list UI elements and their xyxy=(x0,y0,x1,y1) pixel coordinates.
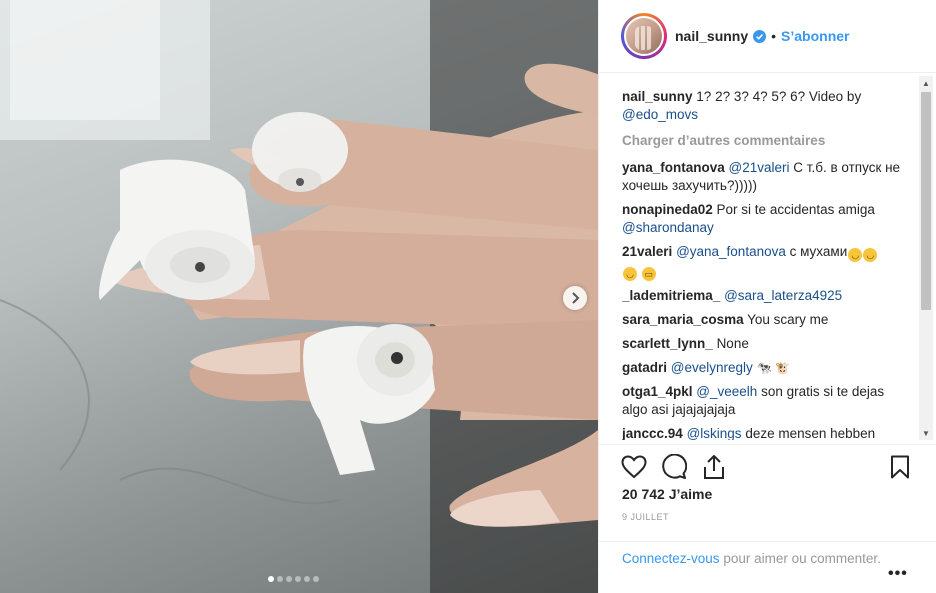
comment-username[interactable]: _lademitriema_ xyxy=(622,288,720,303)
comment-mention[interactable]: @sharondanay xyxy=(622,220,714,235)
comment-mention[interactable]: @21valeri xyxy=(729,160,790,175)
carousel-dot xyxy=(295,576,301,582)
comment-username[interactable]: nonapineda02 xyxy=(622,202,713,217)
comment-text: с мухами xyxy=(789,244,848,259)
comment-username[interactable]: yana_fontanova xyxy=(622,160,725,175)
comment-mention[interactable]: @evelynregly xyxy=(671,360,753,375)
caption-text: 1? 2? 3? 4? 5? 6? Video by xyxy=(696,89,862,104)
save-button[interactable] xyxy=(886,453,914,481)
nails-photo-illustration xyxy=(0,0,598,593)
like-count[interactable]: 20 742 J’aime xyxy=(622,486,712,502)
next-photo-button[interactable] xyxy=(563,286,587,310)
carousel-dot xyxy=(313,576,319,582)
share-icon xyxy=(704,455,724,479)
chevron-right-icon xyxy=(572,292,580,304)
share-button[interactable] xyxy=(700,453,728,481)
cow-emoji-icon: 🐄 xyxy=(756,361,772,375)
carousel-dot xyxy=(277,576,283,582)
comment-mention[interactable]: @lskings xyxy=(687,426,742,440)
post-actions: 20 742 J’aime 9 JUILLET Connectez-vous p… xyxy=(598,444,936,582)
caption-username[interactable]: nail_sunny xyxy=(622,89,693,104)
avatar[interactable] xyxy=(621,13,667,59)
list-item: nonapineda02 Por si te accidentas amiga … xyxy=(622,201,912,237)
post-photo[interactable] xyxy=(0,0,598,593)
login-text: pour aimer ou commenter. xyxy=(723,551,881,566)
list-item: scarlett_lynn_ None xyxy=(622,335,912,353)
follow-button[interactable]: S’abonner xyxy=(781,28,849,44)
scroll-down-icon[interactable]: ▼ xyxy=(919,426,933,440)
comment-text: deze mensen hebben xyxy=(745,426,876,440)
list-item: yana_fontanova @21valeri С т.б. в отпуск… xyxy=(622,159,912,195)
heart-icon xyxy=(621,455,647,479)
comment-mention[interactable]: @yana_fontanova xyxy=(676,244,786,259)
post-username[interactable]: nail_sunny xyxy=(675,28,748,44)
comment-bubble-icon xyxy=(662,454,687,479)
list-item: janccc.94 @lskings deze mensen hebben xyxy=(622,425,912,440)
comment-mention[interactable]: @sara_laterza4925 xyxy=(724,288,842,303)
carousel-dot xyxy=(268,576,274,582)
comment-text: You scary me xyxy=(747,312,829,327)
action-icons xyxy=(620,453,728,481)
laughing-emoji-icon: ◡ xyxy=(623,267,637,281)
bookmark-icon xyxy=(891,455,909,479)
comments-scrollbar[interactable]: ▲ ▼ xyxy=(919,76,933,440)
comment-button[interactable] xyxy=(660,453,688,481)
comment-mention[interactable]: @_veeelh xyxy=(696,384,757,399)
carousel-dot xyxy=(304,576,310,582)
bull-emoji-icon: 🐮 xyxy=(775,361,791,375)
comment-text: Por si te accidentas amiga xyxy=(716,202,875,217)
comment-username[interactable]: sara_maria_cosma xyxy=(622,312,744,327)
list-item: gatadri @evelynregly 🐄 🐮 xyxy=(622,359,912,377)
comment-username[interactable]: otga1_4pkl xyxy=(622,384,693,399)
list-item: otga1_4pkl @_veeelh son gratis si te dej… xyxy=(622,383,912,419)
carousel-indicator xyxy=(268,576,319,582)
carousel-dot xyxy=(286,576,292,582)
list-item: _lademitriema_ @sara_laterza4925 xyxy=(622,287,912,305)
header-separator: • xyxy=(771,28,777,44)
laughing-emoji-icon: ◡ xyxy=(848,248,863,262)
like-button[interactable] xyxy=(620,453,648,481)
login-prompt: Connectez-vous pour aimer ou commenter. xyxy=(598,541,936,568)
post-caption: nail_sunny 1? 2? 3? 4? 5? 6? Video by @e… xyxy=(622,88,912,124)
avatar-image xyxy=(624,16,664,56)
more-options-button[interactable]: ••• xyxy=(888,565,908,583)
post-header: nail_sunny • S’abonner xyxy=(599,0,936,73)
comment-username[interactable]: janccc.94 xyxy=(622,426,683,440)
post-sidebar: nail_sunny • S’abonner nail_sunny 1? 2? … xyxy=(598,0,936,593)
verified-badge-icon xyxy=(753,29,767,43)
comments-list: nail_sunny 1? 2? 3? 4? 5? 6? Video by @e… xyxy=(622,88,912,440)
comment-username[interactable]: scarlett_lynn_ xyxy=(622,336,713,351)
comment-username[interactable]: 21valeri xyxy=(622,244,672,259)
scrollbar-thumb[interactable] xyxy=(921,92,931,310)
scroll-up-icon[interactable]: ▲ xyxy=(919,76,933,90)
grinning-emoji-icon: ▭ xyxy=(641,267,656,281)
list-item: 21valeri @yana_fontanova с мухами ◡ ◡ ◡ ▭ xyxy=(622,243,912,281)
comment-username[interactable]: gatadri xyxy=(622,360,667,375)
tissue-roll-medium xyxy=(303,324,435,475)
comment-text: None xyxy=(716,336,749,351)
post-date[interactable]: 9 JUILLET xyxy=(622,512,669,522)
laughing-emoji-icon: ◡ xyxy=(863,248,878,262)
caption-mention[interactable]: @edo_movs xyxy=(622,107,698,122)
login-link[interactable]: Connectez-vous xyxy=(622,551,720,566)
list-item: sara_maria_cosma You scary me xyxy=(622,311,912,329)
load-more-comments-button[interactable]: Charger d’autres commentaires xyxy=(622,132,912,150)
